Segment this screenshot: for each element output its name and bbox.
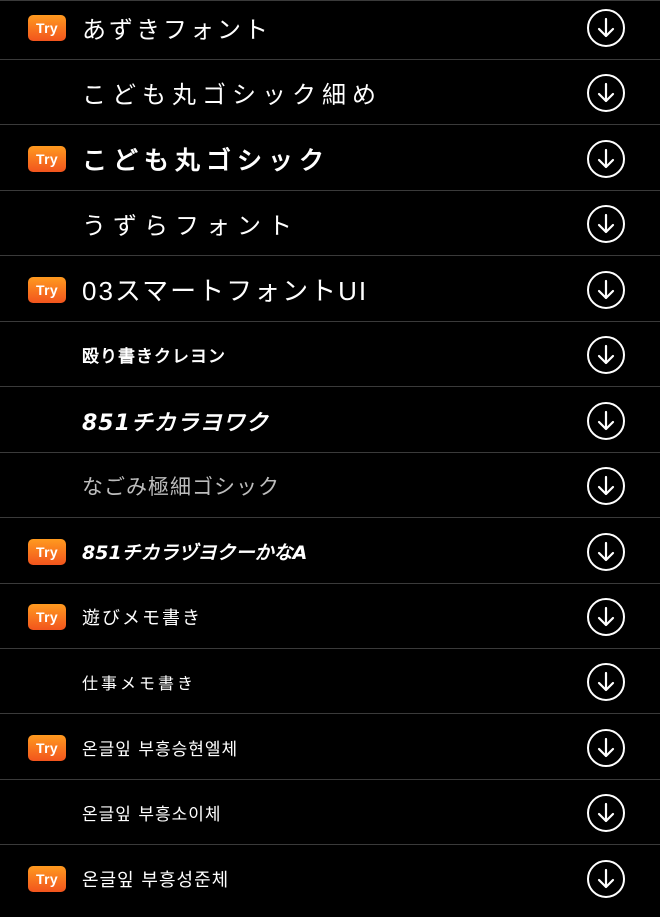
font-name: こども丸ゴシック細め <box>82 81 382 109</box>
font-row[interactable]: なごみ極細ゴシック <box>0 454 660 518</box>
font-name: 仕事メモ書き <box>82 673 197 693</box>
font-row[interactable]: Try 遊びメモ書き <box>0 585 660 649</box>
download-button[interactable] <box>587 728 625 767</box>
try-badge[interactable]: Try <box>28 14 66 41</box>
font-row[interactable]: うずらフォント <box>0 192 660 256</box>
try-badge[interactable]: Try <box>28 145 66 172</box>
font-name: 遊びメモ書き <box>82 607 202 629</box>
download-arrow-icon <box>597 344 615 364</box>
font-name: 03スマートフォントUI <box>82 276 369 306</box>
try-badge[interactable]: Try <box>28 276 66 303</box>
try-badge[interactable]: Try <box>28 603 66 630</box>
font-row[interactable]: 온글잎 부흥소이체 <box>0 781 660 845</box>
font-row[interactable]: Try あずきフォント <box>0 0 660 60</box>
download-button[interactable] <box>587 335 625 374</box>
try-badge[interactable]: Try <box>28 866 66 892</box>
download-arrow-icon <box>597 279 615 299</box>
download-arrow-icon <box>597 541 615 561</box>
download-arrow-icon <box>597 737 615 757</box>
download-button[interactable] <box>587 597 625 636</box>
download-arrow-icon <box>597 606 615 626</box>
download-button[interactable] <box>587 793 625 832</box>
font-name: なごみ極細ゴシック <box>82 474 280 499</box>
download-button[interactable] <box>587 532 625 571</box>
font-name: こども丸ゴシック <box>82 145 331 175</box>
download-arrow-icon <box>597 671 615 691</box>
font-row[interactable]: 851チカラヨワク <box>0 389 660 453</box>
download-button[interactable] <box>587 8 625 47</box>
font-row[interactable]: 殴り書きクレヨン <box>0 323 660 387</box>
font-name: 온글잎 부흥승현엘체 <box>82 740 239 760</box>
download-button[interactable] <box>587 204 625 243</box>
download-arrow-icon <box>597 148 615 168</box>
download-arrow-icon <box>597 213 615 233</box>
download-button[interactable] <box>587 466 625 505</box>
download-button[interactable] <box>587 73 625 112</box>
download-arrow-icon <box>597 17 615 37</box>
font-name: 殴り書きクレヨン <box>82 347 226 367</box>
font-row[interactable]: Try 851チカラヅヨクーかなA <box>0 520 660 584</box>
font-name: 851チカラヅヨクーかなA <box>82 542 308 564</box>
download-arrow-icon <box>597 802 615 822</box>
download-arrow-icon <box>597 410 615 430</box>
font-row[interactable]: Try 03スマートフォントUI <box>0 258 660 322</box>
font-name: うずらフォント <box>82 212 299 240</box>
download-arrow-icon <box>597 868 615 889</box>
font-row[interactable]: Try こども丸ゴシック <box>0 127 660 191</box>
font-row[interactable]: こども丸ゴシック細め <box>0 61 660 125</box>
font-row[interactable]: 仕事メモ書き <box>0 650 660 714</box>
download-button[interactable] <box>587 270 625 309</box>
font-name: 851チカラヨワク <box>82 410 269 436</box>
download-button[interactable] <box>587 860 625 898</box>
font-name: あずきフォント <box>82 16 271 44</box>
font-row[interactable]: Try 온글잎 부흥성준체 <box>0 847 660 911</box>
try-badge[interactable]: Try <box>28 734 66 761</box>
font-list: Try あずきフォント こども丸ゴシック細め Try こども丸ゴシック うずらフ… <box>0 0 660 917</box>
download-button[interactable] <box>587 401 625 440</box>
try-badge[interactable]: Try <box>28 538 66 565</box>
font-row[interactable]: Try 온글잎 부흥승현엘체 <box>0 716 660 780</box>
download-arrow-icon <box>597 475 615 495</box>
download-button[interactable] <box>587 139 625 178</box>
font-name: 온글잎 부흥소이체 <box>82 805 222 825</box>
download-button[interactable] <box>587 662 625 701</box>
download-arrow-icon <box>597 82 615 102</box>
font-name: 온글잎 부흥성준체 <box>82 870 230 891</box>
